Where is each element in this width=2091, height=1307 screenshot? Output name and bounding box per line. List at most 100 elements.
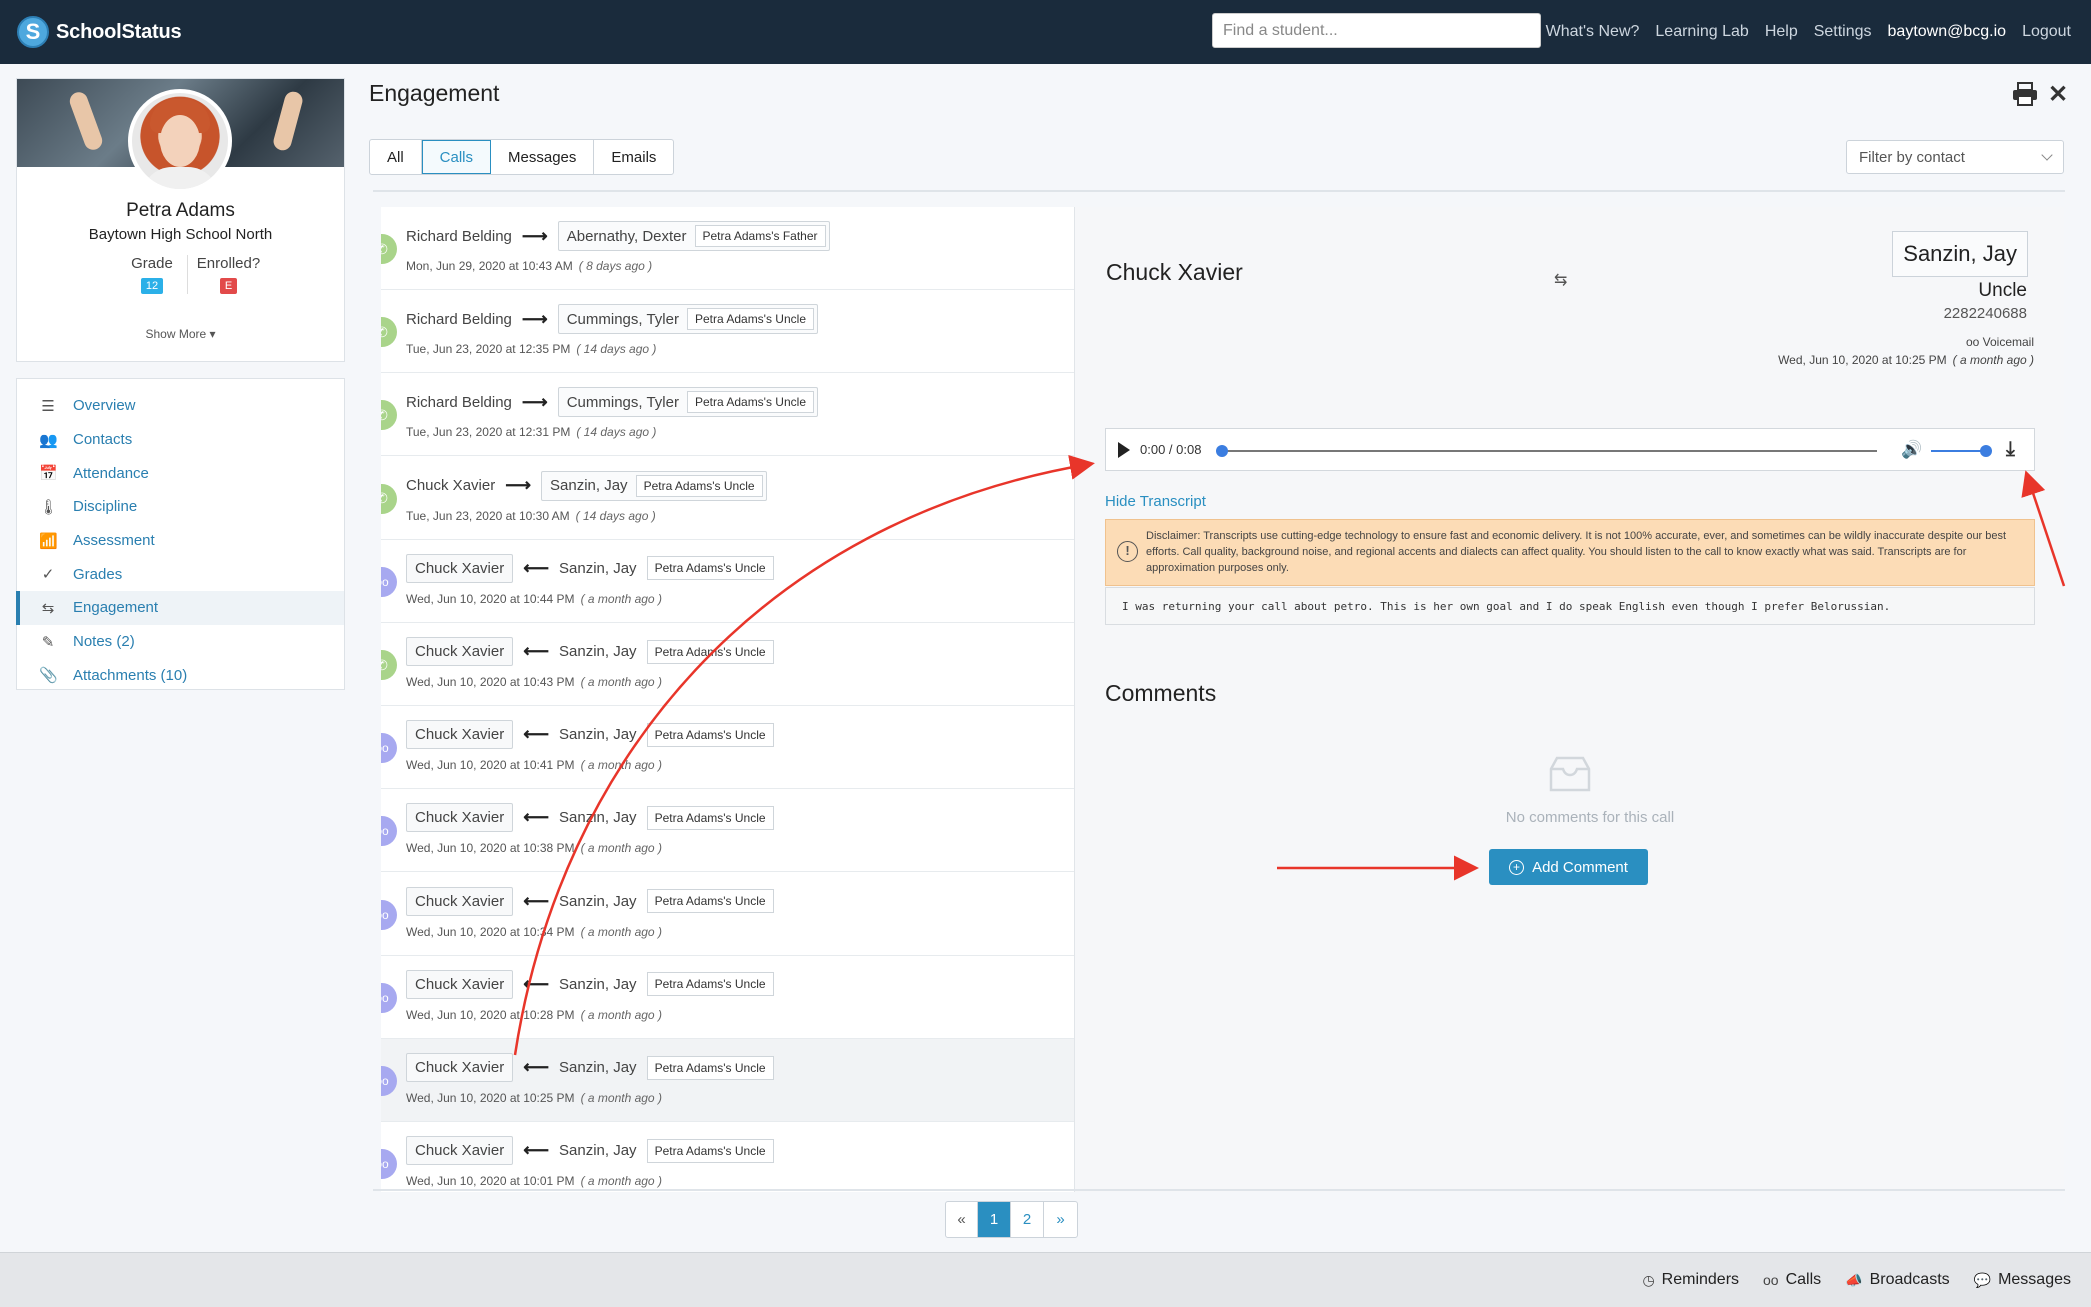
relation-tag: Petra Adams's Uncle xyxy=(646,556,774,581)
tab-emails[interactable]: Emails xyxy=(594,140,673,174)
staff-name: Chuck Xavier xyxy=(406,1136,514,1166)
student-search-input[interactable] xyxy=(1212,13,1541,48)
seek-bar[interactable] xyxy=(1221,450,1877,452)
download-icon[interactable]: ⤓ xyxy=(2006,438,2015,461)
nav-link-whats-new[interactable]: What's New? xyxy=(1546,23,1640,41)
call-date: Wed, Jun 10, 2020 at 10:43 PM( a month a… xyxy=(406,675,662,689)
phone-icon: ✆ xyxy=(381,234,397,264)
call-list-row[interactable]: ✆ Richard Belding ⟶ Cummings, Tyler Petra… xyxy=(381,290,1074,374)
callee-relation: Uncle xyxy=(1978,280,2027,301)
footer-broadcasts[interactable]: 📣 Broadcasts xyxy=(1845,1271,1949,1289)
no-comments-text: No comments for this call xyxy=(1505,809,1675,826)
footer-reminders[interactable]: ◷ Reminders xyxy=(1642,1271,1739,1289)
call-list-row[interactable]: oo Chuck Xavier ⟵ Sanzin, Jay Petra Adam… xyxy=(381,956,1074,1039)
nav-user-account[interactable]: baytown@bcg.io xyxy=(1888,23,2007,41)
nav-link-settings[interactable]: Settings xyxy=(1814,23,1872,41)
pagination-page-2[interactable]: 2 xyxy=(1011,1202,1044,1237)
arrow-left-icon: ⟵ xyxy=(523,724,550,745)
paperclip-icon: 📎 xyxy=(39,667,58,685)
call-list-row[interactable]: oo Chuck Xavier ⟵ Sanzin, Jay Petra Adam… xyxy=(381,1122,1074,1192)
arrow-left-icon: ⟵ xyxy=(523,641,550,661)
print-icon[interactable] xyxy=(2012,82,2038,106)
callee-name[interactable]: Sanzin, Jay xyxy=(1892,231,2028,277)
brand-name: SchoolStatus xyxy=(56,20,182,43)
voicemail-icon: oo xyxy=(381,982,397,1013)
volume-icon[interactable]: 🔊 xyxy=(1901,440,1922,460)
play-icon[interactable] xyxy=(1118,441,1130,458)
student-profile-card: Petra Adams Baytown High School North Gr… xyxy=(16,78,345,362)
side-item-label: Engagement xyxy=(73,599,159,617)
disclaimer-text: Disclaimer: Transcripts use cutting-edge… xyxy=(1146,530,2007,574)
side-item-grades[interactable]: ✓ Grades xyxy=(17,557,344,591)
side-item-assessment[interactable]: 📶 Assessment xyxy=(17,524,344,558)
call-date: Wed, Jun 10, 2020 at 10:38 PM( a month a… xyxy=(406,841,662,856)
tab-calls[interactable]: Calls xyxy=(421,140,492,174)
nav-link-learning-lab[interactable]: Learning Lab xyxy=(1655,23,1748,41)
relation-tag: Petra Adams's Father xyxy=(694,225,826,247)
footer-calls[interactable]: oo Calls xyxy=(1763,1271,1821,1289)
call-participants: Chuck Xavier ⟵ Sanzin, Jay Petra Adams's… xyxy=(406,1136,774,1166)
call-list-row[interactable]: ✆ Chuck Xavier ⟶ Sanzin, Jay Petra Adams'… xyxy=(381,457,1074,540)
contact-box: Cummings, Tyler Petra Adams's Uncle xyxy=(557,304,818,335)
tab-all[interactable]: All xyxy=(370,140,422,174)
top-navbar: S SchoolStatus What's New? Learning Lab … xyxy=(0,0,2091,64)
nav-link-logout[interactable]: Logout xyxy=(2022,23,2071,41)
call-list-row[interactable]: oo Chuck Xavier ⟵ Sanzin, Jay Petra Adam… xyxy=(381,789,1074,873)
footer-label: Broadcasts xyxy=(1869,1271,1950,1288)
tab-messages[interactable]: Messages xyxy=(491,140,595,174)
add-comment-button[interactable]: + Add Comment xyxy=(1489,849,1648,885)
caller-name: Chuck Xavier xyxy=(1106,259,1243,285)
side-item-engagement[interactable]: ⇆ Engagement xyxy=(16,591,344,625)
call-list-row[interactable]: oo Chuck Xavier ⟵ Sanzin, Jay Petra Adam… xyxy=(381,1039,1074,1122)
call-list-row[interactable]: oo Chuck Xavier ⟵ Sanzin, Jay Petra Adam… xyxy=(381,873,1074,956)
side-item-label: Assessment xyxy=(73,532,155,550)
nav-link-help[interactable]: Help xyxy=(1765,23,1798,41)
pagination-next[interactable]: » xyxy=(1044,1202,1077,1237)
call-date: Wed, Jun 10, 2020 at 10:34 PM( a month a… xyxy=(406,924,662,939)
divider xyxy=(373,1189,2065,1191)
contact-name: Sanzin, Jay xyxy=(559,892,637,910)
side-item-overview[interactable]: ☰ Overview xyxy=(17,389,344,423)
seek-handle[interactable] xyxy=(1216,445,1228,457)
add-comment-label: Add Comment xyxy=(1532,858,1628,876)
call-list-row[interactable]: oo Chuck Xavier ⟵ Sanzin, Jay Petra Adam… xyxy=(381,540,1074,623)
contact-name: Sanzin, Jay xyxy=(559,1059,637,1076)
call-list-row[interactable]: ✆ Richard Belding ⟶ Abernathy, Dexter Pet… xyxy=(381,207,1074,290)
pagination-prev[interactable]: « xyxy=(946,1202,978,1237)
contact-name: Cummings, Tyler xyxy=(566,393,679,411)
student-avatar xyxy=(128,89,232,193)
side-item-notes[interactable]: ✎ Notes (2) xyxy=(17,625,344,659)
filter-by-contact-select[interactable]: Filter by contact xyxy=(1846,140,2064,174)
footer-messages[interactable]: 💬 Messages xyxy=(1974,1271,2071,1289)
brand[interactable]: S SchoolStatus xyxy=(17,16,182,48)
pagination-page-1[interactable]: 1 xyxy=(978,1202,1011,1237)
enrolled-label: Enrolled? xyxy=(196,255,261,272)
student-side-menu: ☰ Overview 👥 Contacts 📅 Attendance 🌡 Discipl… xyxy=(16,378,345,690)
side-item-contacts[interactable]: 👥 Contacts xyxy=(17,423,344,457)
call-list-row[interactable]: oo Chuck Xavier ⟵ Sanzin, Jay Petra Adam… xyxy=(381,706,1074,790)
engagement-tabs: All Calls Messages Emails xyxy=(369,139,675,175)
side-item-attachments[interactable]: 📎 Attachments (10) xyxy=(17,659,344,693)
side-item-label: Contacts xyxy=(73,431,133,449)
relation-tag: Petra Adams's Uncle xyxy=(646,889,774,914)
contact-name: Cummings, Tyler xyxy=(566,310,679,328)
call-list-row[interactable]: ✆ Chuck Xavier ⟵ Sanzin, Jay Petra Adams… xyxy=(381,623,1074,706)
plus-circle-icon: + xyxy=(1509,859,1525,875)
thermometer-icon: 🌡 xyxy=(39,498,59,516)
footer-label: Reminders xyxy=(1661,1271,1740,1288)
side-item-attendance[interactable]: 📅 Attendance xyxy=(17,456,344,490)
hide-transcript-link[interactable]: Hide Transcript xyxy=(1105,493,1206,510)
footer-label: Messages xyxy=(1998,1271,2071,1288)
volume-slider[interactable] xyxy=(1931,450,1986,452)
side-item-discipline[interactable]: 🌡 Discipline xyxy=(17,490,344,524)
volume-handle[interactable] xyxy=(1980,445,1992,457)
staff-name: Chuck Xavier xyxy=(406,886,514,916)
call-list-row[interactable]: ✆ Richard Belding ⟶ Cummings, Tyler Petra… xyxy=(381,373,1074,457)
enrolled-stat: Enrolled? E xyxy=(187,255,269,294)
contact-box: Sanzin, Jay Petra Adams's Uncle xyxy=(541,470,767,501)
close-icon[interactable]: ✕ xyxy=(2048,80,2068,109)
show-more-toggle[interactable]: Show More ▾ xyxy=(17,327,344,341)
arrow-left-icon: ⟵ xyxy=(523,973,550,994)
call-date: Mon, Jun 29, 2020 at 10:43 AM( 8 days ag… xyxy=(406,259,653,273)
voicemail-icon: oo xyxy=(381,816,397,847)
